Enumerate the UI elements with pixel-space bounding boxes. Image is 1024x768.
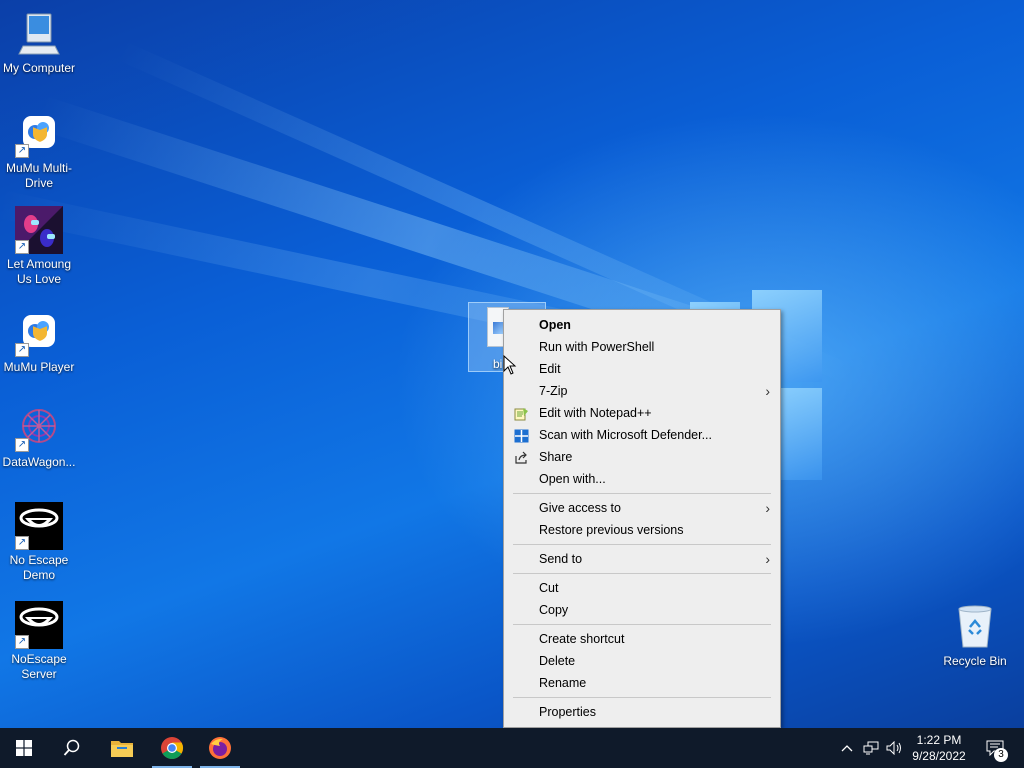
menu-item-rename[interactable]: Rename bbox=[504, 672, 780, 694]
menu-item-create-shortcut[interactable]: Create shortcut bbox=[504, 628, 780, 650]
folder-icon bbox=[111, 741, 133, 757]
menu-item-properties[interactable]: Properties bbox=[504, 701, 780, 723]
menu-separator bbox=[513, 544, 771, 545]
file-explorer-button[interactable] bbox=[98, 728, 146, 768]
icon-label: NoEscape Server bbox=[11, 652, 67, 681]
firefox-icon bbox=[209, 737, 231, 759]
desktop-icon-my-computer[interactable]: My Computer bbox=[0, 10, 78, 76]
icon-label: My Computer bbox=[2, 61, 76, 75]
file-label: bi bbox=[493, 357, 503, 371]
icon-label: MuMu Player bbox=[3, 360, 75, 374]
start-button[interactable] bbox=[0, 728, 48, 768]
desktop-icon-mumu-player[interactable]: ↗ MuMu Player bbox=[0, 309, 78, 375]
desktop-icon-no-escape-demo[interactable]: ↗ No Escape Demo bbox=[0, 502, 78, 583]
menu-item-run-with-powershell[interactable]: Run with PowerShell bbox=[504, 336, 780, 358]
chevron-right-icon: › bbox=[765, 551, 770, 567]
icon-label: DataWagon... bbox=[2, 455, 76, 469]
shortcut-arrow-icon: ↗ bbox=[15, 240, 29, 254]
desktop-icon-mumu-multi-drive[interactable]: ↗ MuMu Multi-Drive bbox=[0, 110, 78, 191]
menu-item-scan-with-defender[interactable]: Scan with Microsoft Defender... bbox=[504, 424, 780, 446]
chrome-icon bbox=[161, 737, 183, 759]
chevron-right-icon: › bbox=[765, 383, 770, 399]
menu-item-restore-previous-versions[interactable]: Restore previous versions bbox=[504, 519, 780, 541]
desktop-icon-noescape-server[interactable]: ↗ NoEscape Server bbox=[0, 601, 78, 682]
icon-label: Let Amoung Us Love bbox=[6, 257, 72, 286]
notification-count-badge: 3 bbox=[994, 748, 1008, 762]
menu-item-edit[interactable]: Edit bbox=[504, 358, 780, 380]
menu-item-7zip[interactable]: 7-Zip › bbox=[504, 380, 780, 402]
menu-item-open-with[interactable]: Open with... bbox=[504, 468, 780, 490]
menu-separator bbox=[513, 697, 771, 698]
noescape-server-icon: ↗ bbox=[15, 601, 63, 649]
icon-label: Recycle Bin bbox=[943, 654, 1007, 668]
icon-label: MuMu Multi-Drive bbox=[5, 161, 72, 190]
shortcut-arrow-icon: ↗ bbox=[15, 635, 29, 649]
shortcut-arrow-icon: ↗ bbox=[15, 144, 29, 158]
no-escape-icon: ↗ bbox=[15, 502, 63, 550]
menu-item-open[interactable]: Open bbox=[504, 314, 780, 336]
datawagon-icon: ↗ bbox=[15, 404, 63, 452]
menu-item-edit-with-notepad[interactable]: Edit with Notepad++ bbox=[504, 402, 780, 424]
windows-start-icon bbox=[16, 740, 32, 756]
chevron-right-icon: › bbox=[765, 500, 770, 516]
menu-item-copy[interactable]: Copy bbox=[504, 599, 780, 621]
chrome-button[interactable] bbox=[148, 728, 196, 768]
menu-item-cut[interactable]: Cut bbox=[504, 577, 780, 599]
action-center-button[interactable]: 3 bbox=[980, 728, 1010, 768]
network-icon bbox=[863, 741, 879, 755]
show-hidden-icons-button[interactable] bbox=[838, 728, 856, 768]
clock-time: 1:22 PM bbox=[916, 733, 962, 747]
desktop-icon-recycle-bin[interactable]: Recycle Bin bbox=[936, 603, 1014, 669]
recycle-bin-icon bbox=[951, 603, 999, 651]
search-button[interactable] bbox=[48, 728, 96, 768]
menu-item-give-access-to[interactable]: Give access to › bbox=[504, 497, 780, 519]
menu-separator bbox=[513, 624, 771, 625]
shortcut-arrow-icon: ↗ bbox=[15, 536, 29, 550]
firefox-button[interactable] bbox=[196, 728, 244, 768]
volume-button[interactable] bbox=[884, 728, 906, 768]
clock-date: 9/28/2022 bbox=[912, 749, 966, 763]
icon-label: No Escape Demo bbox=[9, 553, 69, 582]
defender-icon bbox=[514, 428, 529, 443]
chevron-up-icon bbox=[841, 745, 853, 752]
search-icon bbox=[63, 739, 80, 756]
menu-item-send-to[interactable]: Send to › bbox=[504, 548, 780, 570]
notepad-plus-plus-icon bbox=[514, 406, 529, 421]
among-us-icon: ↗ bbox=[15, 206, 63, 254]
network-button[interactable] bbox=[860, 728, 882, 768]
speaker-icon bbox=[886, 741, 901, 755]
computer-icon bbox=[15, 10, 63, 58]
menu-item-share[interactable]: Share bbox=[504, 446, 780, 468]
share-icon bbox=[514, 450, 529, 464]
shortcut-arrow-icon: ↗ bbox=[15, 438, 29, 452]
shortcut-arrow-icon: ↗ bbox=[15, 343, 29, 357]
menu-separator bbox=[513, 573, 771, 574]
menu-separator bbox=[513, 493, 771, 494]
menu-item-delete[interactable]: Delete bbox=[504, 650, 780, 672]
clock[interactable]: 1:22 PM 9/28/2022 bbox=[906, 732, 972, 764]
mumu-multi-drive-icon: ↗ bbox=[15, 110, 63, 158]
desktop-icon-let-amoung-us-love[interactable]: ↗ Let Amoung Us Love bbox=[0, 206, 78, 287]
desktop-icon-datawagon[interactable]: ↗ DataWagon... bbox=[0, 404, 78, 470]
taskbar: 1:22 PM 9/28/2022 3 bbox=[0, 728, 1024, 768]
mumu-player-icon: ↗ bbox=[15, 309, 63, 357]
context-menu: Open Run with PowerShell Edit 7-Zip › Edi… bbox=[503, 309, 781, 728]
